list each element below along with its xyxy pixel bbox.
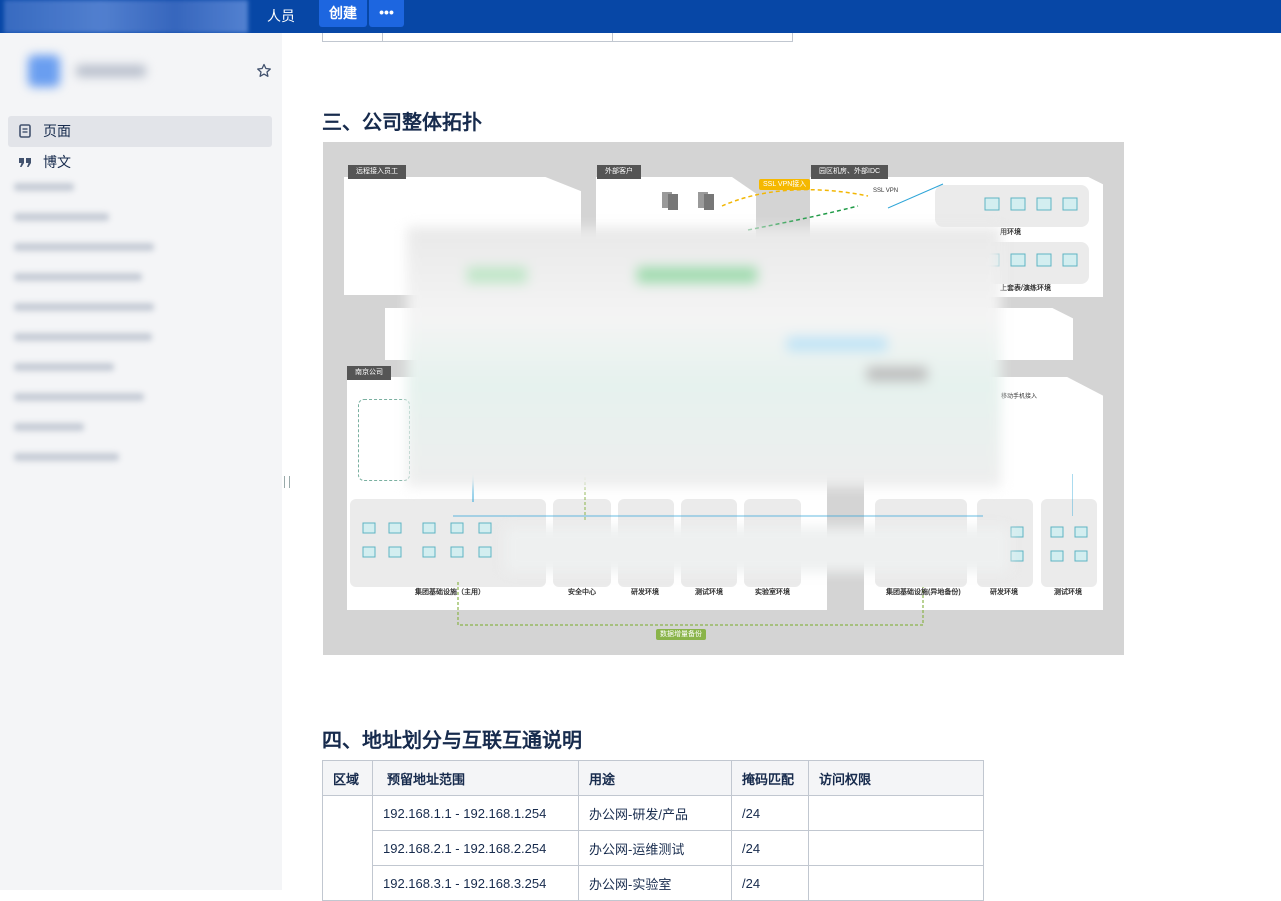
address-table: 区域 预留地址范围 用途 掩码匹配 访问权限 192.168.1.1 - 192…: [322, 760, 984, 901]
section-heading-topology: 三、公司整体拓扑: [322, 112, 482, 134]
label-env-staging: 上套表/演练环境: [1000, 285, 1051, 292]
table-row: 192.168.1.1 - 192.168.1.254 办公网-研发/产品 /2…: [322, 795, 984, 901]
cell-mask: /24: [731, 830, 809, 866]
cell-access: [808, 865, 984, 901]
label-external-customers: 外部客户: [597, 165, 641, 179]
cell-range: 192.168.3.1 - 192.168.3.254: [372, 865, 579, 901]
sidebar: 页面 博文: [0, 33, 282, 890]
label-mobile-access: 移动手机接入: [1001, 394, 1038, 400]
topology-diagram-image[interactable]: 远程接入员工 外部客户 园区机房、外部IDC 用环境 上套表/演练环境 SSL …: [323, 142, 1124, 655]
cell-usage: 办公网-实验室: [578, 865, 732, 901]
space-avatar: [28, 55, 60, 87]
table-row: 192.168.2.1 - 192.168.2.254 办公网-运维测试 /24: [323, 830, 984, 866]
header-range: 预留地址范围: [372, 760, 579, 796]
sidebar-item-label: 博文: [43, 154, 71, 170]
label-rd-env: 研发环境: [631, 589, 659, 596]
blurred-region-2: [505, 527, 1009, 572]
cell-range: 192.168.1.1 - 192.168.1.254: [372, 795, 579, 831]
blurred-page-tree: [14, 183, 164, 523]
more-button[interactable]: •••: [369, 0, 404, 27]
space-header[interactable]: [18, 51, 248, 91]
top-navigation-bar: 人员 创建 •••: [0, 0, 1281, 33]
cell-access: [808, 795, 984, 831]
label-test-env-backup: 测试环境: [1054, 589, 1082, 596]
cell-usage: 办公网-运维测试: [578, 830, 732, 866]
cell-access: [808, 830, 984, 866]
label-test-env: 测试环境: [695, 589, 723, 596]
star-icon[interactable]: [256, 63, 272, 79]
cell-range: 192.168.2.1 - 192.168.2.254: [372, 830, 579, 866]
label-datacenter: 园区机房、外部IDC: [811, 165, 889, 179]
previous-table-bottom: [322, 33, 793, 42]
quote-icon: [19, 158, 31, 167]
label-group-infra-backup: 集团基础设施(异地备份): [886, 589, 961, 596]
people-menu[interactable]: 人员: [267, 5, 295, 27]
label-nanjing-office: 南京公司: [347, 366, 391, 380]
label-env-prod: 用环境: [1000, 229, 1021, 236]
sidebar-item-pages[interactable]: 页面: [8, 116, 272, 147]
cell-mask: /24: [731, 865, 809, 901]
section-heading-address: 四、地址划分与互联互通说明: [322, 730, 582, 752]
label-data-backup: 数据增量备份: [656, 629, 706, 640]
cell-mask: /24: [731, 795, 809, 831]
space-name: [76, 65, 146, 77]
blurred-app-switcher: [4, 0, 248, 33]
header-usage: 用途: [578, 760, 732, 796]
label-group-infra-main: 集团基础设施（主用）: [415, 589, 485, 596]
header-access: 访问权限: [808, 760, 984, 796]
label-remote-staff: 远程接入员工: [348, 165, 406, 179]
label-security-center: 安全中心: [568, 589, 596, 596]
customer-icons: [662, 192, 714, 210]
label-rd-env-backup: 研发环境: [990, 589, 1018, 596]
cell-usage: 办公网-研发/产品: [578, 795, 732, 831]
header-area: 区域: [322, 760, 373, 796]
label-lab-env: 实验室环境: [755, 589, 790, 596]
table-row: 192.168.3.1 - 192.168.3.254 办公网-实验室 /24: [323, 865, 984, 901]
header-mask: 掩码匹配: [731, 760, 809, 796]
blurred-region: [407, 227, 1001, 487]
create-button[interactable]: 创建: [319, 0, 367, 27]
cell-area: [322, 795, 373, 901]
sidebar-item-blog[interactable]: 博文: [8, 147, 272, 178]
sidebar-item-label: 页面: [43, 123, 71, 139]
vpn-connections: [721, 183, 944, 231]
page-icon: [19, 124, 31, 138]
table-header-row: 区域 预留地址范围 用途 掩码匹配 访问权限: [322, 760, 984, 796]
sidebar-resize-handle[interactable]: [284, 476, 290, 488]
